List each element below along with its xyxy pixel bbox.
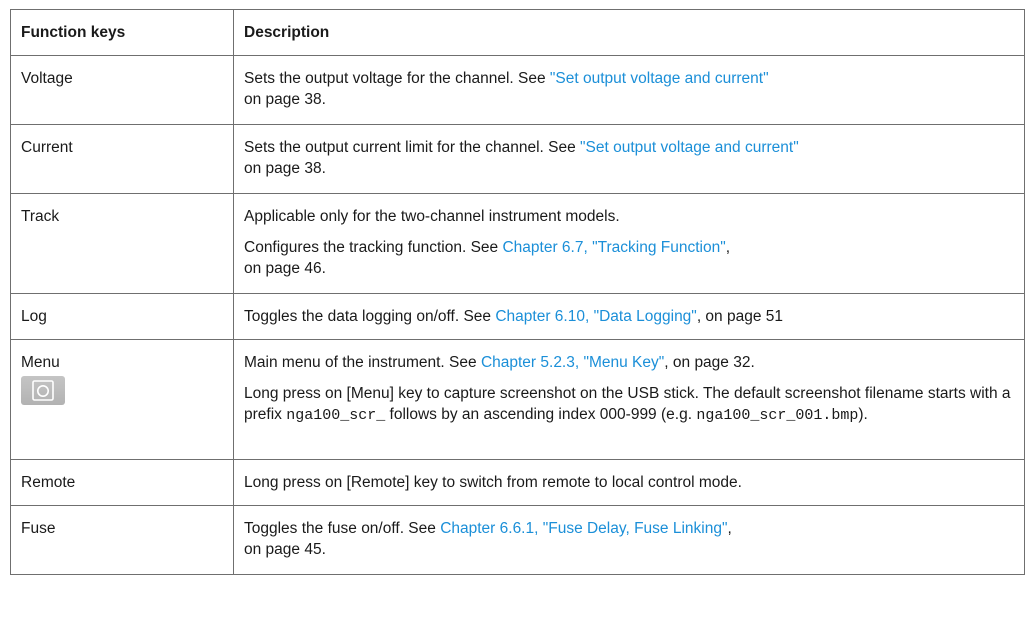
link-fuse-delay[interactable]: Chapter 6.6.1, "Fuse Delay, Fuse Linking…	[440, 520, 727, 537]
description-cell: Main menu of the instrument. See Chapter…	[233, 339, 1025, 460]
description-cell: Toggles the data logging on/off. See Cha…	[233, 293, 1025, 340]
description-paragraph: Toggles the fuse on/off. See Chapter 6.6…	[244, 520, 732, 558]
table-row: Current Sets the output current limit fo…	[10, 124, 1025, 194]
camera-icon-graphic	[32, 380, 54, 401]
description-paragraph: Sets the output current limit for the ch…	[244, 139, 799, 177]
link-data-logging[interactable]: Chapter 6.10, "Data Logging"	[495, 308, 696, 325]
description-paragraph: Long press on [Menu] key to capture scre…	[244, 385, 1011, 424]
description-cell: Sets the output voltage for the channel.…	[233, 55, 1025, 125]
description-paragraph: Main menu of the instrument. See Chapter…	[244, 354, 755, 371]
key-track: Track	[10, 193, 234, 294]
code-prefix: nga100_scr_	[286, 407, 386, 424]
table-header-row: Function keys Description	[10, 9, 1025, 56]
header-description: Description	[233, 9, 1025, 56]
description-cell: Toggles the fuse on/off. See Chapter 6.6…	[233, 505, 1025, 575]
description-paragraph: Sets the output voltage for the channel.…	[244, 70, 769, 108]
table-row: Track Applicable only for the two-channe…	[10, 193, 1025, 294]
key-fuse: Fuse	[10, 505, 234, 575]
key-menu-label: Menu	[21, 354, 60, 371]
table-row: Remote Long press on [Remote] key to swi…	[10, 459, 1025, 506]
description-paragraph: Long press on [Remote] key to switch fro…	[244, 474, 742, 491]
description-paragraph: Configures the tracking function. See Ch…	[244, 239, 731, 277]
camera-icon	[21, 376, 65, 405]
description-cell: Long press on [Remote] key to switch fro…	[233, 459, 1025, 506]
table-row: Log Toggles the data logging on/off. See…	[10, 293, 1025, 340]
key-current: Current	[10, 124, 234, 194]
key-remote: Remote	[10, 459, 234, 506]
key-voltage: Voltage	[10, 55, 234, 125]
link-set-output[interactable]: "Set output voltage and current"	[550, 70, 769, 87]
description-cell: Applicable only for the two-channel inst…	[233, 193, 1025, 294]
description-paragraph: Toggles the data logging on/off. See Cha…	[244, 308, 784, 325]
header-function-keys: Function keys	[10, 9, 234, 56]
key-log: Log	[10, 293, 234, 340]
link-menu-key[interactable]: Chapter 5.2.3, "Menu Key"	[481, 354, 664, 371]
function-keys-table: Function keys Description Voltage Sets t…	[10, 9, 1025, 575]
table-row: Voltage Sets the output voltage for the …	[10, 55, 1025, 125]
link-tracking-function[interactable]: Chapter 6.7, "Tracking Function"	[502, 239, 725, 256]
description-paragraph: Applicable only for the two-channel inst…	[244, 208, 620, 225]
description-cell: Sets the output current limit for the ch…	[233, 124, 1025, 194]
table-row: Fuse Toggles the fuse on/off. See Chapte…	[10, 505, 1025, 575]
link-set-output[interactable]: "Set output voltage and current"	[580, 139, 799, 156]
key-menu: Menu	[10, 339, 234, 460]
table-row: Menu Main menu of the instrument. See Ch…	[10, 339, 1025, 460]
code-filename: nga100_scr_001.bmp	[696, 407, 859, 424]
